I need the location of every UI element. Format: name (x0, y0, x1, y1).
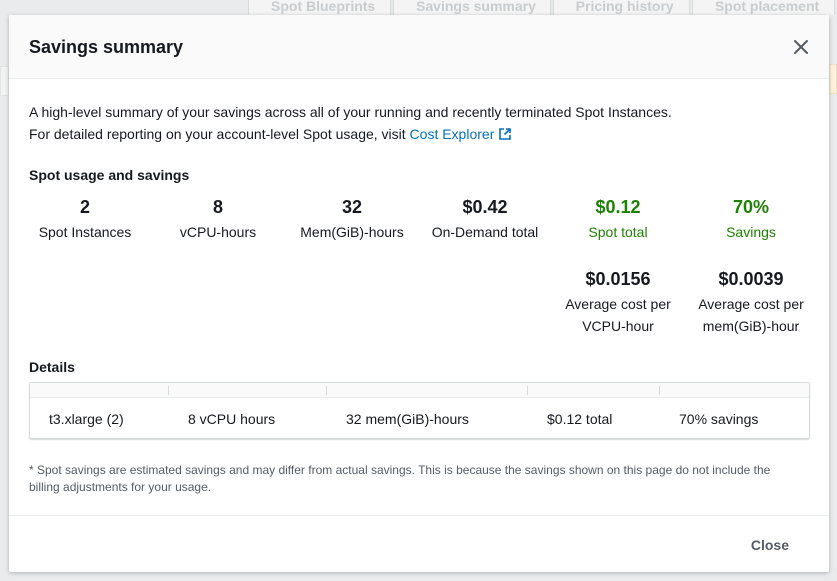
stat-label: On-Demand total (431, 224, 539, 240)
modal-title: Savings summary (29, 37, 184, 57)
stat-value: 8 (212, 197, 223, 217)
stat-value: 70% (732, 197, 770, 217)
background-panel-right (829, 64, 837, 94)
stat-label: Mem(GiB)-hours (300, 224, 404, 240)
intro-line-2-text: For detailed reporting on your account-l… (29, 126, 406, 142)
stat-label: Spot Instances (38, 224, 132, 240)
stat-savings: 70% Savings (684, 196, 818, 243)
intro-text: A high-level summary of your savings acr… (29, 101, 672, 147)
cell-total: $0.12 total (547, 411, 613, 427)
stat-spot-total: $0.12 Spot total (551, 196, 685, 243)
modal-footer: Close (9, 515, 829, 572)
details-table-header (30, 383, 809, 398)
usage-section-title: Spot usage and savings (29, 167, 190, 183)
cell-instance-type: t3.xlarge (2) (49, 411, 124, 427)
stat-value: 2 (79, 197, 90, 217)
intro-line-2: For detailed reporting on your account-l… (29, 123, 672, 147)
stat-label: Savings (726, 224, 776, 240)
stat-value: $0.0156 (585, 269, 651, 289)
stat-vcpu-hours: 8 vCPU-hours (151, 196, 285, 243)
cost-explorer-link-label: Cost Explorer (409, 126, 495, 142)
cell-savings: 70% savings (679, 411, 759, 427)
stat-value: $0.0039 (718, 269, 784, 289)
stat-value: 32 (341, 197, 363, 217)
column-divider (326, 386, 327, 395)
cell-mem-hours: 32 mem(GiB)-hours (346, 411, 469, 427)
bg-tab-pricing-history: Pricing history (552, 0, 690, 15)
details-section-title: Details (29, 359, 75, 375)
stat-label-line-2: VCPU-hour (582, 318, 654, 334)
stat-label: Spot total (588, 224, 648, 240)
close-button[interactable]: Close (751, 537, 789, 553)
bg-tab-spot-blueprints: Spot Blueprints (248, 0, 392, 15)
column-divider (527, 386, 528, 395)
background-tab-bar: Spot Blueprints Savings summary Pricing … (248, 0, 837, 15)
savings-summary-modal: Savings summary A high-level summary of … (9, 15, 829, 572)
intro-line-1: A high-level summary of your savings acr… (29, 104, 672, 120)
stat-label-line-2: mem(GiB)-hour (702, 318, 800, 334)
stat-avg-cost-mem: $0.0039 Average cost per mem(GiB)-hour (684, 268, 818, 337)
stat-on-demand-total: $0.42 On-Demand total (418, 196, 552, 243)
stat-value: $0.12 (595, 197, 641, 217)
bg-tab-spot-placement: Spot placement (691, 0, 836, 15)
cell-vcpu-hours: 8 vCPU hours (188, 411, 276, 427)
stat-label: vCPU-hours (179, 224, 257, 240)
cost-explorer-link[interactable]: Cost Explorer (410, 126, 513, 142)
external-link-icon (498, 125, 512, 147)
background-panel-left (0, 66, 9, 96)
savings-footnote: * Spot savings are estimated savings and… (29, 463, 771, 494)
stat-value: $0.42 (462, 197, 508, 217)
stat-label-line-1: Average cost per (565, 296, 671, 312)
close-icon[interactable] (793, 39, 809, 55)
column-divider (659, 386, 660, 395)
stat-avg-cost-vcpu: $0.0156 Average cost per VCPU-hour (551, 268, 685, 337)
modal-header: Savings summary (9, 15, 829, 79)
stat-mem-hours: 32 Mem(GiB)-hours (285, 196, 419, 243)
column-divider (168, 386, 169, 395)
details-table: t3.xlarge (2) 8 vCPU hours 32 mem(GiB)-h… (29, 382, 810, 439)
stat-label-line-1: Average cost per (698, 296, 804, 312)
bg-tab-savings-summary: Savings summary (393, 0, 551, 15)
stat-spot-instances: 2 Spot Instances (18, 196, 152, 243)
